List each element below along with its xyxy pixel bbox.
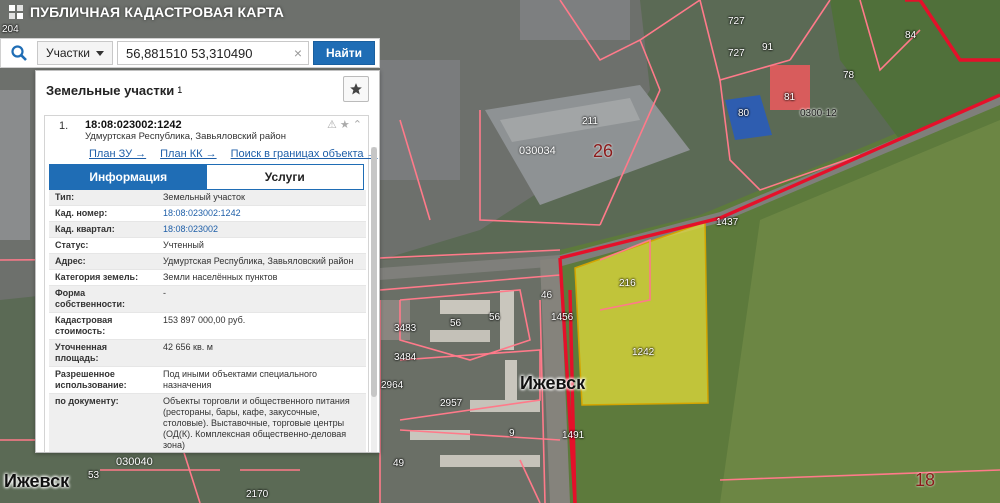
attribute-key: Кад. квартал:	[49, 221, 157, 238]
attribute-value: -	[157, 285, 366, 313]
attribute-key: Тип:	[49, 190, 157, 206]
attribute-value: Земли населённых пунктов	[157, 269, 366, 286]
result-index: 1.	[59, 120, 69, 132]
results-panel: Земельные участки 1 1. 18:08:023002:1242…	[35, 70, 380, 453]
search-button[interactable]: Найти	[313, 41, 375, 65]
link-plan-kk[interactable]: План КК →	[160, 148, 216, 160]
attribute-row: Кадастровая стоимость: 153 897 000,00 руб…	[49, 312, 366, 340]
scrollbar[interactable]	[371, 147, 377, 452]
chevron-up-icon[interactable]: ⌃	[353, 118, 362, 131]
attribute-row: Категория земель: Земли населённых пункто…	[49, 269, 366, 286]
attribute-row: Форма собственности: -	[49, 285, 366, 313]
attribute-value: 153 897 000,00 руб.	[157, 312, 366, 340]
attribute-key: Статус:	[49, 237, 157, 254]
result-cad-number[interactable]: 18:08:023002:1242	[85, 119, 362, 131]
app-title: ПУБЛИЧНАЯ КАДАСТРОВАЯ КАРТА	[30, 4, 285, 20]
panel-header: Земельные участки 1	[36, 71, 379, 109]
result-item[interactable]: 1. 18:08:023002:1242 Удмуртская Республи…	[44, 115, 378, 452]
attribute-value: Под иными объектами специального назначе…	[157, 366, 366, 394]
result-address: Удмуртская Республика, Завьяловский райо…	[85, 131, 286, 142]
tab-info[interactable]: Информация	[50, 165, 207, 189]
attribute-row: Адрес: Удмуртская Республика, Завьяловски…	[49, 253, 366, 270]
chevron-down-icon	[96, 50, 104, 56]
attribute-row: Тип: Земельный участок	[49, 190, 366, 206]
attribute-row: Статус: Учтенный	[49, 237, 366, 254]
search-bar: Участки 56,881510 53,310490 × Найти	[0, 38, 380, 68]
results-list[interactable]: 1. 18:08:023002:1242 Удмуртская Республи…	[36, 111, 379, 452]
results-count: 1	[177, 85, 183, 95]
attribute-value[interactable]: 18:08:023002	[157, 221, 366, 238]
search-icon[interactable]	[1, 39, 37, 67]
clear-icon[interactable]: ×	[294, 45, 302, 61]
attribute-key: Форма собственности:	[49, 285, 157, 313]
search-input-value: 56,881510 53,310490	[126, 45, 253, 61]
tab-services[interactable]: Услуги	[206, 165, 363, 189]
attribute-row: Уточненная площадь: 42 656 кв. м	[49, 339, 366, 367]
info-tabs: Информация Услуги	[49, 164, 364, 190]
link-search-in-bounds[interactable]: Поиск в границах объекта →	[231, 148, 378, 160]
star-outline-icon[interactable]: ★	[340, 118, 350, 131]
search-type-select[interactable]: Участки	[37, 41, 113, 65]
warning-icon[interactable]: ⚠	[327, 118, 337, 131]
link-plan-zu[interactable]: План ЗУ →	[89, 148, 146, 160]
panel-title: Земельные участки	[46, 82, 175, 98]
attribute-row: Разрешенное использование: Под иными объе…	[49, 366, 366, 394]
attribute-key: Адрес:	[49, 253, 157, 270]
attribute-value: Удмуртская Республика, Завьяловский райо…	[157, 253, 366, 270]
search-input[interactable]: 56,881510 53,310490 ×	[117, 41, 310, 65]
star-icon	[350, 83, 362, 95]
attribute-key: Категория земель:	[49, 269, 157, 286]
attribute-key: Разрешенное использование:	[49, 366, 157, 394]
attribute-value: 42 656 кв. м	[157, 339, 366, 367]
attribute-row: по документу: Объекты торговли и обществе…	[49, 393, 366, 452]
attribute-key: Кадастровая стоимость:	[49, 312, 157, 340]
attribute-row: Кад. номер: 18:08:023002:1242	[49, 205, 366, 222]
attribute-value: Учтенный	[157, 237, 366, 254]
favorite-button[interactable]	[343, 76, 369, 102]
app-header: ПУБЛИЧНАЯ КАДАСТРОВАЯ КАРТА	[0, 0, 284, 24]
attribute-key: по документу:	[49, 393, 157, 452]
app-logo-icon	[9, 5, 23, 19]
scrollbar-thumb[interactable]	[371, 147, 377, 397]
attribute-value[interactable]: 18:08:023002:1242	[157, 205, 366, 222]
search-type-label: Участки	[46, 46, 90, 60]
attribute-key: Уточненная площадь:	[49, 339, 157, 367]
attribute-value: Земельный участок	[157, 190, 366, 206]
attribute-row: Кад. квартал: 18:08:023002	[49, 221, 366, 238]
attributes-table: Тип: Земельный участок Кад. номер: 18:08:02…	[49, 190, 366, 452]
attribute-value: Объекты торговли и общественного питания…	[157, 393, 366, 452]
attribute-key: Кад. номер:	[49, 205, 157, 222]
